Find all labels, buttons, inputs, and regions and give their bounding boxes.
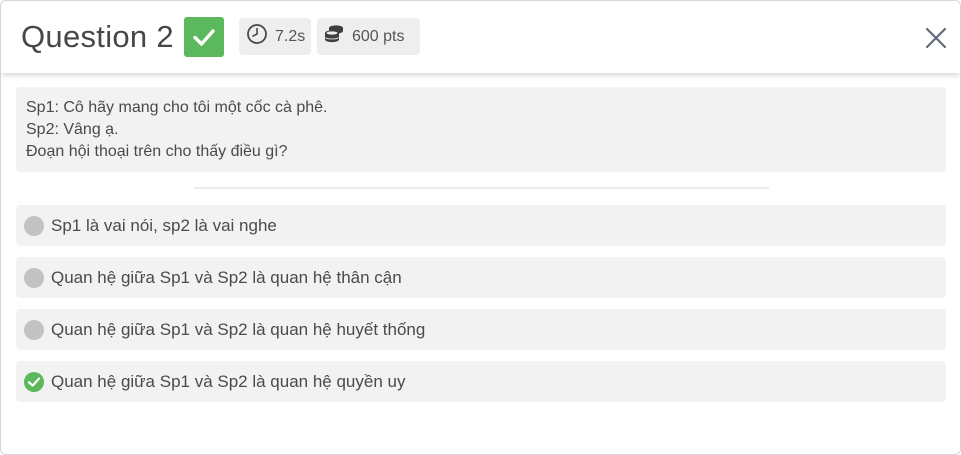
question-result-dialog: Question 2 7.2s 600 pts Sp1: Cô hãy mang… xyxy=(0,0,961,455)
close-button[interactable] xyxy=(921,23,951,53)
answer-option-label: Quan hệ giữa Sp1 và Sp2 là quan hệ huyết… xyxy=(51,320,426,339)
question-line: Sp2: Vâng ạ. xyxy=(26,121,119,138)
clock-icon xyxy=(246,23,268,50)
answer-status-badge xyxy=(184,17,224,57)
close-icon[interactable] xyxy=(921,27,951,57)
question-line: Sp1: Cô hãy mang cho tôi một cốc cà phê. xyxy=(26,99,328,116)
answer-option[interactable]: Quan hệ giữa Sp1 và Sp2 là quan hệ huyết… xyxy=(16,309,946,350)
answer-option-label: Quan hệ giữa Sp1 và Sp2 là quan hệ thân … xyxy=(51,268,402,287)
points-value: 600 pts xyxy=(352,27,405,45)
unselected-radio-icon xyxy=(24,268,44,288)
answer-option[interactable]: Quan hệ giữa Sp1 và Sp2 là quan hệ thân … xyxy=(16,257,946,298)
unselected-radio-icon xyxy=(24,320,44,340)
question-line: Đoạn hội thoại trên cho thấy điều gì? xyxy=(26,143,288,160)
answer-option-label: Sp1 là vai nói, sp2 là vai nghe xyxy=(51,216,277,235)
question-title: Question 2 xyxy=(21,19,174,54)
divider xyxy=(194,187,769,189)
question-text-panel: Sp1: Cô hãy mang cho tôi một cốc cà phê.… xyxy=(16,87,946,172)
answer-option-correct[interactable]: Quan hệ giữa Sp1 và Sp2 là quan hệ quyền… xyxy=(16,361,946,402)
correct-check-icon xyxy=(24,372,44,392)
dialog-header: Question 2 7.2s 600 pts xyxy=(1,1,960,73)
coins-icon xyxy=(323,23,345,50)
unselected-radio-icon xyxy=(24,216,44,236)
answer-option-label: Quan hệ giữa Sp1 và Sp2 là quan hệ quyền… xyxy=(51,372,406,391)
time-value: 7.2s xyxy=(275,27,306,45)
answer-option[interactable]: Sp1 là vai nói, sp2 là vai nghe xyxy=(16,205,946,246)
points-badge: 600 pts xyxy=(317,18,420,55)
time-badge: 7.2s xyxy=(239,18,311,55)
